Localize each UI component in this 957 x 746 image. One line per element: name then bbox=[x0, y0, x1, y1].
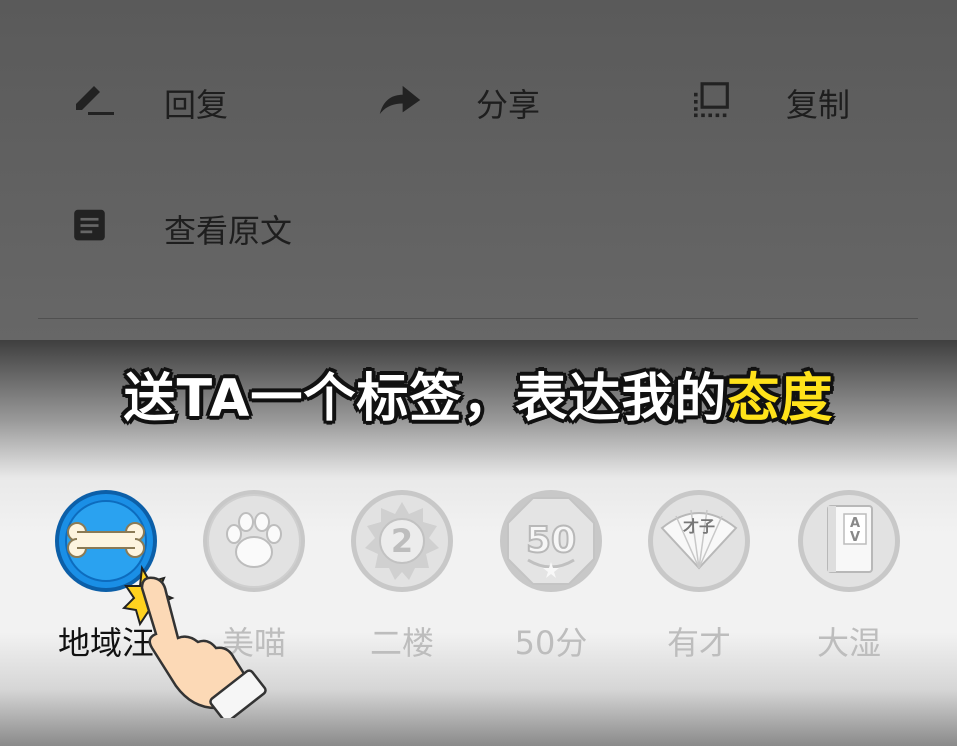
document-icon bbox=[74, 209, 105, 241]
tag-item-50fen[interactable]: 50 50分 bbox=[498, 488, 604, 662]
tag-name: 有才 bbox=[666, 624, 731, 662]
banner-highlight: 态度 bbox=[727, 369, 834, 429]
tag-name: 二楼 bbox=[369, 624, 434, 662]
number-2-badge-icon: 2 bbox=[351, 490, 453, 592]
book-badge-icon: A V bbox=[798, 490, 900, 592]
menu-divider bbox=[38, 318, 918, 319]
fan-badge-icon: 才子 bbox=[648, 490, 750, 592]
pointing-hand-icon bbox=[121, 564, 267, 718]
tag-name: 50分 bbox=[514, 624, 588, 662]
view-original-label: 查看原文 bbox=[164, 212, 293, 250]
copy-label: 复制 bbox=[786, 86, 851, 124]
badge-text: 才子 bbox=[683, 517, 715, 536]
tag-banner: 送TA一个标签，表达我的态度 bbox=[0, 356, 957, 431]
badge-number: 2 bbox=[391, 522, 413, 560]
pencil-icon bbox=[76, 86, 114, 115]
reply-label: 回复 bbox=[164, 86, 229, 124]
tag-item-youcai[interactable]: 才子 有才 bbox=[646, 488, 752, 662]
svg-text:A: A bbox=[850, 516, 860, 531]
banner-text: 送TA一个标签，表达我的 bbox=[123, 369, 728, 429]
copy-icon bbox=[694, 82, 729, 118]
tag-item-erlou[interactable]: 2 二楼 bbox=[349, 488, 455, 662]
context-menu: 回复 分享 复制 查看原文 bbox=[0, 0, 957, 340]
share-arrow-icon bbox=[379, 85, 421, 115]
share-label: 分享 bbox=[476, 86, 541, 124]
badge-number: 50 bbox=[526, 520, 576, 561]
score-50-badge-icon: 50 bbox=[500, 490, 602, 592]
tag-item-dashi[interactable]: A V 大湿 bbox=[796, 488, 902, 662]
svg-text:V: V bbox=[850, 530, 860, 545]
tag-name: 大湿 bbox=[816, 624, 881, 662]
